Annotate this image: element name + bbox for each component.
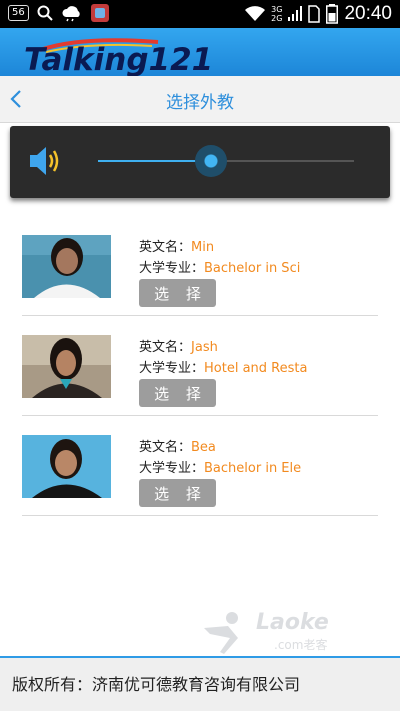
speaker-icon[interactable]: [28, 144, 64, 178]
teacher-row: 英文名：Jash 大学专业：Hotel and Resta 选 择: [22, 316, 378, 416]
teacher-major: Bachelor in Ele: [204, 461, 302, 476]
teacher-row: 英文名：Min 大学专业：Bachelor in Sci 选 择: [22, 216, 378, 316]
signal-icon: [288, 6, 303, 21]
page-title: 选择外教: [166, 93, 234, 113]
clock: 20:40: [344, 3, 392, 24]
app-header: Talking121: [0, 28, 400, 76]
footer: 版权所有：济南优可德教育咨询有限公司: [0, 656, 400, 711]
teacher-name: Bea: [191, 440, 216, 455]
status-bar: 56 3G 2G 20:40: [0, 0, 400, 28]
volume-slider[interactable]: [98, 145, 354, 177]
volume-slider-thumb[interactable]: [194, 145, 227, 177]
volume-slider-fill: [98, 160, 211, 162]
audio-player: [10, 126, 390, 198]
english-name-field: 英文名：Jash: [139, 340, 218, 355]
nav-bar: 选择外教: [0, 76, 400, 123]
app-logo: Talking121: [24, 42, 214, 76]
major-field: 大学专业：Bachelor in Ele: [139, 461, 302, 476]
select-teacher-button[interactable]: 选 择: [139, 279, 216, 307]
teacher-name: Jash: [191, 340, 218, 355]
teacher-photo: [22, 235, 111, 298]
app-icon: [90, 4, 109, 22]
major-field: 大学专业：Hotel and Resta: [139, 361, 308, 376]
major-field: 大学专业：Bachelor in Sci: [139, 261, 301, 276]
teacher-row: 英文名：Bea 大学专业：Bachelor in Ele 选 择: [22, 416, 378, 516]
teacher-photo: [22, 335, 111, 398]
watermark: Laoke .com老客: [198, 610, 348, 656]
copyright-text: 版权所有：济南优可德教育咨询有限公司: [12, 675, 301, 694]
teacher-major: Bachelor in Sci: [204, 261, 301, 276]
english-name-field: 英文名：Bea: [139, 440, 216, 455]
select-teacher-button[interactable]: 选 择: [139, 379, 216, 407]
battery-icon: [326, 4, 339, 24]
wifi-icon: [245, 6, 266, 21]
teacher-list: 英文名：Min 大学专业：Bachelor in Sci 选 择 英文名：Jas…: [22, 216, 378, 516]
cloud-icon: [62, 6, 80, 22]
notification-badge-icon: 56: [8, 5, 29, 21]
teacher-name: Min: [191, 240, 215, 255]
search-icon: [37, 5, 53, 21]
select-teacher-button[interactable]: 选 择: [139, 479, 216, 507]
teacher-photo: [22, 435, 111, 498]
english-name-field: 英文名：Min: [139, 240, 215, 255]
network-type: 3G 2G: [271, 5, 283, 23]
teacher-major: Hotel and Resta: [204, 361, 308, 376]
sim-icon: [308, 5, 321, 23]
watermark-figure-icon: [204, 612, 238, 654]
